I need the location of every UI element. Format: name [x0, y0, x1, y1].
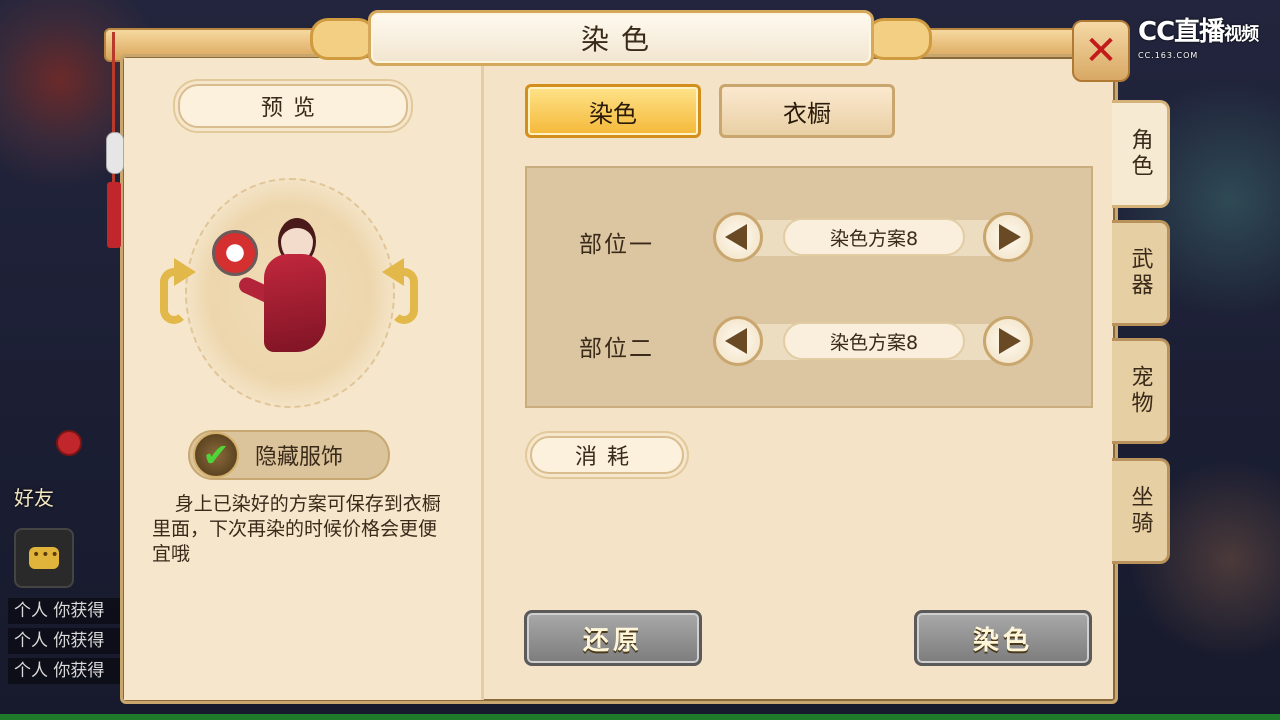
prev-scheme-button[interactable]	[713, 316, 763, 366]
tab-dye[interactable]: 染色	[525, 84, 701, 138]
character-preview[interactable]	[185, 178, 395, 408]
close-button[interactable]: ✕	[1072, 20, 1130, 82]
chat-line: 个人 你获得	[8, 598, 120, 624]
pane-divider	[481, 58, 484, 700]
chat-button[interactable]	[14, 528, 74, 588]
chat-line: 个人 你获得	[8, 628, 120, 654]
dye-row: 部位一 染色方案8	[527, 212, 1091, 268]
watermark-url: CC.163.COM	[1138, 51, 1199, 60]
side-tab-label: 坐骑	[1127, 485, 1153, 537]
chat-log: 个人 你获得 个人 你获得 个人 你获得	[8, 598, 120, 694]
hide-costume-toggle[interactable]: ✔ 隐藏服饰	[188, 430, 390, 480]
side-tab-pet[interactable]: 宠物	[1112, 338, 1170, 444]
scheme-value: 染色方案8	[783, 218, 965, 256]
restore-button[interactable]: 还原	[524, 610, 702, 666]
preview-label: 预览	[178, 84, 408, 128]
next-scheme-button[interactable]	[983, 316, 1033, 366]
part-label: 部位一	[579, 232, 654, 258]
scroll-ornament-left	[310, 18, 376, 60]
bottom-bar	[0, 714, 1280, 720]
chat-bubble-icon	[29, 547, 60, 569]
side-tab-weapon[interactable]: 武器	[1112, 220, 1170, 326]
cost-label-text: 消耗	[574, 445, 639, 470]
tab-wardrobe[interactable]: 衣橱	[719, 84, 895, 138]
dye-options-box: 部位一 染色方案8 部位二 染色方案8	[525, 166, 1093, 408]
jade-pendant-ornament	[104, 32, 124, 248]
cost-label: 消耗	[530, 436, 684, 474]
scheme-value: 染色方案8	[783, 322, 965, 360]
scroll-ornament-right	[866, 18, 932, 60]
arrow-left-icon	[725, 328, 747, 354]
side-tab-role[interactable]: 角色	[1112, 100, 1170, 208]
dye-row: 部位二 染色方案8	[527, 316, 1091, 372]
part-label: 部位二	[579, 336, 654, 362]
checkmark-icon: ✔	[202, 436, 230, 474]
chat-line: 个人 你获得	[8, 658, 120, 684]
friends-label[interactable]: 好友	[14, 482, 54, 511]
hide-costume-label: 隐藏服饰	[255, 445, 344, 470]
side-tab-mount[interactable]: 坐骑	[1112, 458, 1170, 564]
next-scheme-button[interactable]	[983, 212, 1033, 262]
pet-emblem	[212, 230, 258, 276]
hint-text: 身上已染好的方案可保存到衣橱里面，下次再染的时候价格会更便宜哦	[152, 493, 441, 565]
watermark-logo: CC直播	[1138, 17, 1225, 47]
side-tab-label: 角色	[1127, 128, 1153, 180]
arrow-left-icon	[725, 224, 747, 250]
side-tab-label: 宠物	[1127, 365, 1153, 417]
preview-label-text: 预览	[260, 96, 325, 121]
close-icon: ✕	[1084, 28, 1118, 74]
prev-scheme-button[interactable]	[713, 212, 763, 262]
side-tab-label: 武器	[1127, 247, 1153, 299]
character-model	[236, 214, 340, 364]
notification-dot	[56, 430, 82, 456]
rotate-left-icon[interactable]	[154, 258, 202, 330]
watermark-side: 视频	[1224, 24, 1259, 45]
arrow-right-icon	[999, 224, 1021, 250]
title-plaque: 染色	[368, 10, 874, 66]
checkbox[interactable]: ✔	[193, 432, 239, 478]
page-title: 染色	[580, 23, 661, 56]
watermark: CC直播视频 CC.163.COM	[1138, 18, 1268, 60]
arrow-right-icon	[999, 328, 1021, 354]
dye-button[interactable]: 染色	[914, 610, 1092, 666]
rotate-right-icon[interactable]	[376, 258, 424, 330]
